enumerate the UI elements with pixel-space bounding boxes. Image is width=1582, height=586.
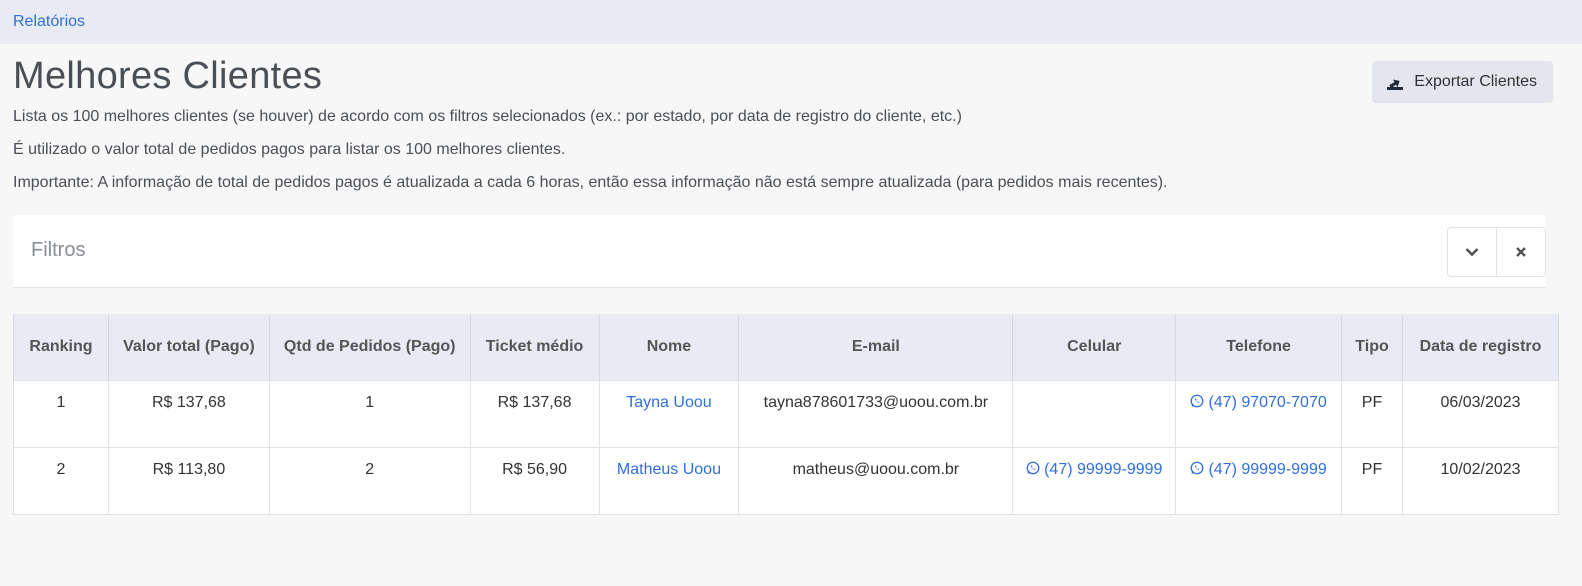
filters-title: Filtros — [31, 239, 86, 261]
cell-ranking: 2 — [13, 447, 109, 515]
breadcrumb-relatorios[interactable]: Relatórios — [13, 13, 85, 31]
header-ticket-medio[interactable]: Ticket médio — [469, 314, 600, 381]
cell-ticket-medio: R$ 56,90 — [469, 447, 600, 515]
cell-email: matheus@uoou.com.br — [738, 447, 1014, 515]
breadcrumb-bar: Relatórios — [0, 0, 1582, 44]
cell-celular — [1012, 380, 1177, 448]
filters-panel: Filtros — [13, 215, 1546, 288]
header-nome[interactable]: Nome — [598, 314, 740, 381]
cell-ranking: 1 — [13, 380, 109, 448]
cell-data-registro: 10/02/2023 — [1402, 447, 1559, 515]
filters-expand-button[interactable] — [1447, 227, 1497, 277]
cell-telefone: (47) 99999-9999 — [1175, 447, 1343, 515]
celular-text: (47) 99999-9999 — [1044, 461, 1163, 478]
cell-email: tayna878601733@uoou.com.br — [738, 380, 1014, 448]
description-line-1: Lista os 100 melhores clientes (se houve… — [13, 108, 962, 125]
celular-whatsapp-link[interactable]: (47) 99999-9999 — [1026, 461, 1162, 478]
close-icon — [1516, 247, 1526, 257]
telefone-whatsapp-link[interactable]: (47) 97070-7070 — [1190, 394, 1327, 411]
header-tipo[interactable]: Tipo — [1341, 314, 1404, 381]
table-row: 2 R$ 113,80 2 R$ 56,90 Matheus Uoou math… — [13, 447, 1559, 515]
header-data-registro[interactable]: Data de registro — [1402, 314, 1559, 381]
cell-nome: Matheus Uoou — [598, 447, 740, 515]
export-clients-button[interactable]: Exportar Clientes — [1372, 61, 1553, 103]
cell-tipo: PF — [1341, 447, 1404, 515]
telefone-whatsapp-link[interactable]: (47) 99999-9999 — [1190, 461, 1327, 478]
whatsapp-icon — [1191, 394, 1204, 408]
table-header-row: Ranking Valor total (Pago) Qtd de Pedido… — [13, 314, 1559, 381]
whatsapp-icon — [1026, 461, 1040, 475]
cell-valor-total: R$ 113,80 — [107, 447, 270, 515]
header-valor-total[interactable]: Valor total (Pago) — [107, 314, 270, 381]
header-qtd-pedidos[interactable]: Qtd de Pedidos (Pago) — [268, 314, 471, 381]
cell-data-registro: 06/03/2023 — [1402, 380, 1559, 448]
table-row: 1 R$ 137,68 1 R$ 137,68 Tayna Uoou tayna… — [13, 380, 1559, 448]
header-celular[interactable]: Celular — [1012, 314, 1177, 381]
cell-nome: Tayna Uoou — [598, 380, 740, 448]
export-button-label: Exportar Clientes — [1414, 73, 1537, 90]
filters-close-button[interactable] — [1496, 227, 1546, 277]
header-telefone[interactable]: Telefone — [1175, 314, 1343, 381]
client-name-link[interactable]: Matheus Uoou — [617, 461, 721, 478]
header-ranking[interactable]: Ranking — [13, 314, 109, 381]
cell-telefone: (47) 97070-7070 — [1175, 380, 1343, 448]
header-email[interactable]: E-mail — [738, 314, 1014, 381]
telefone-text: (47) 99999-9999 — [1208, 461, 1327, 478]
best-clients-table: Ranking Valor total (Pago) Qtd de Pedido… — [13, 314, 1559, 515]
cell-qtd-pedidos: 1 — [268, 380, 471, 448]
description-line-2: É utilizado o valor total de pedidos pag… — [13, 141, 566, 158]
cell-valor-total: R$ 137,68 — [107, 380, 270, 448]
page-title: Melhores Clientes — [13, 55, 323, 97]
client-name-link[interactable]: Tayna Uoou — [626, 394, 711, 411]
page-header: Melhores Clientes Exportar Clientes List… — [0, 44, 1582, 192]
cell-qtd-pedidos: 2 — [268, 447, 471, 515]
description-line-3: Importante: A informação de total de ped… — [13, 174, 1168, 191]
whatsapp-icon — [1191, 461, 1204, 475]
telefone-text: (47) 97070-7070 — [1208, 394, 1327, 411]
export-icon — [1387, 79, 1404, 90]
cell-tipo: PF — [1341, 380, 1404, 448]
cell-celular: (47) 99999-9999 — [1012, 447, 1177, 515]
chevron-down-icon — [1465, 248, 1479, 257]
cell-ticket-medio: R$ 137,68 — [469, 380, 600, 448]
